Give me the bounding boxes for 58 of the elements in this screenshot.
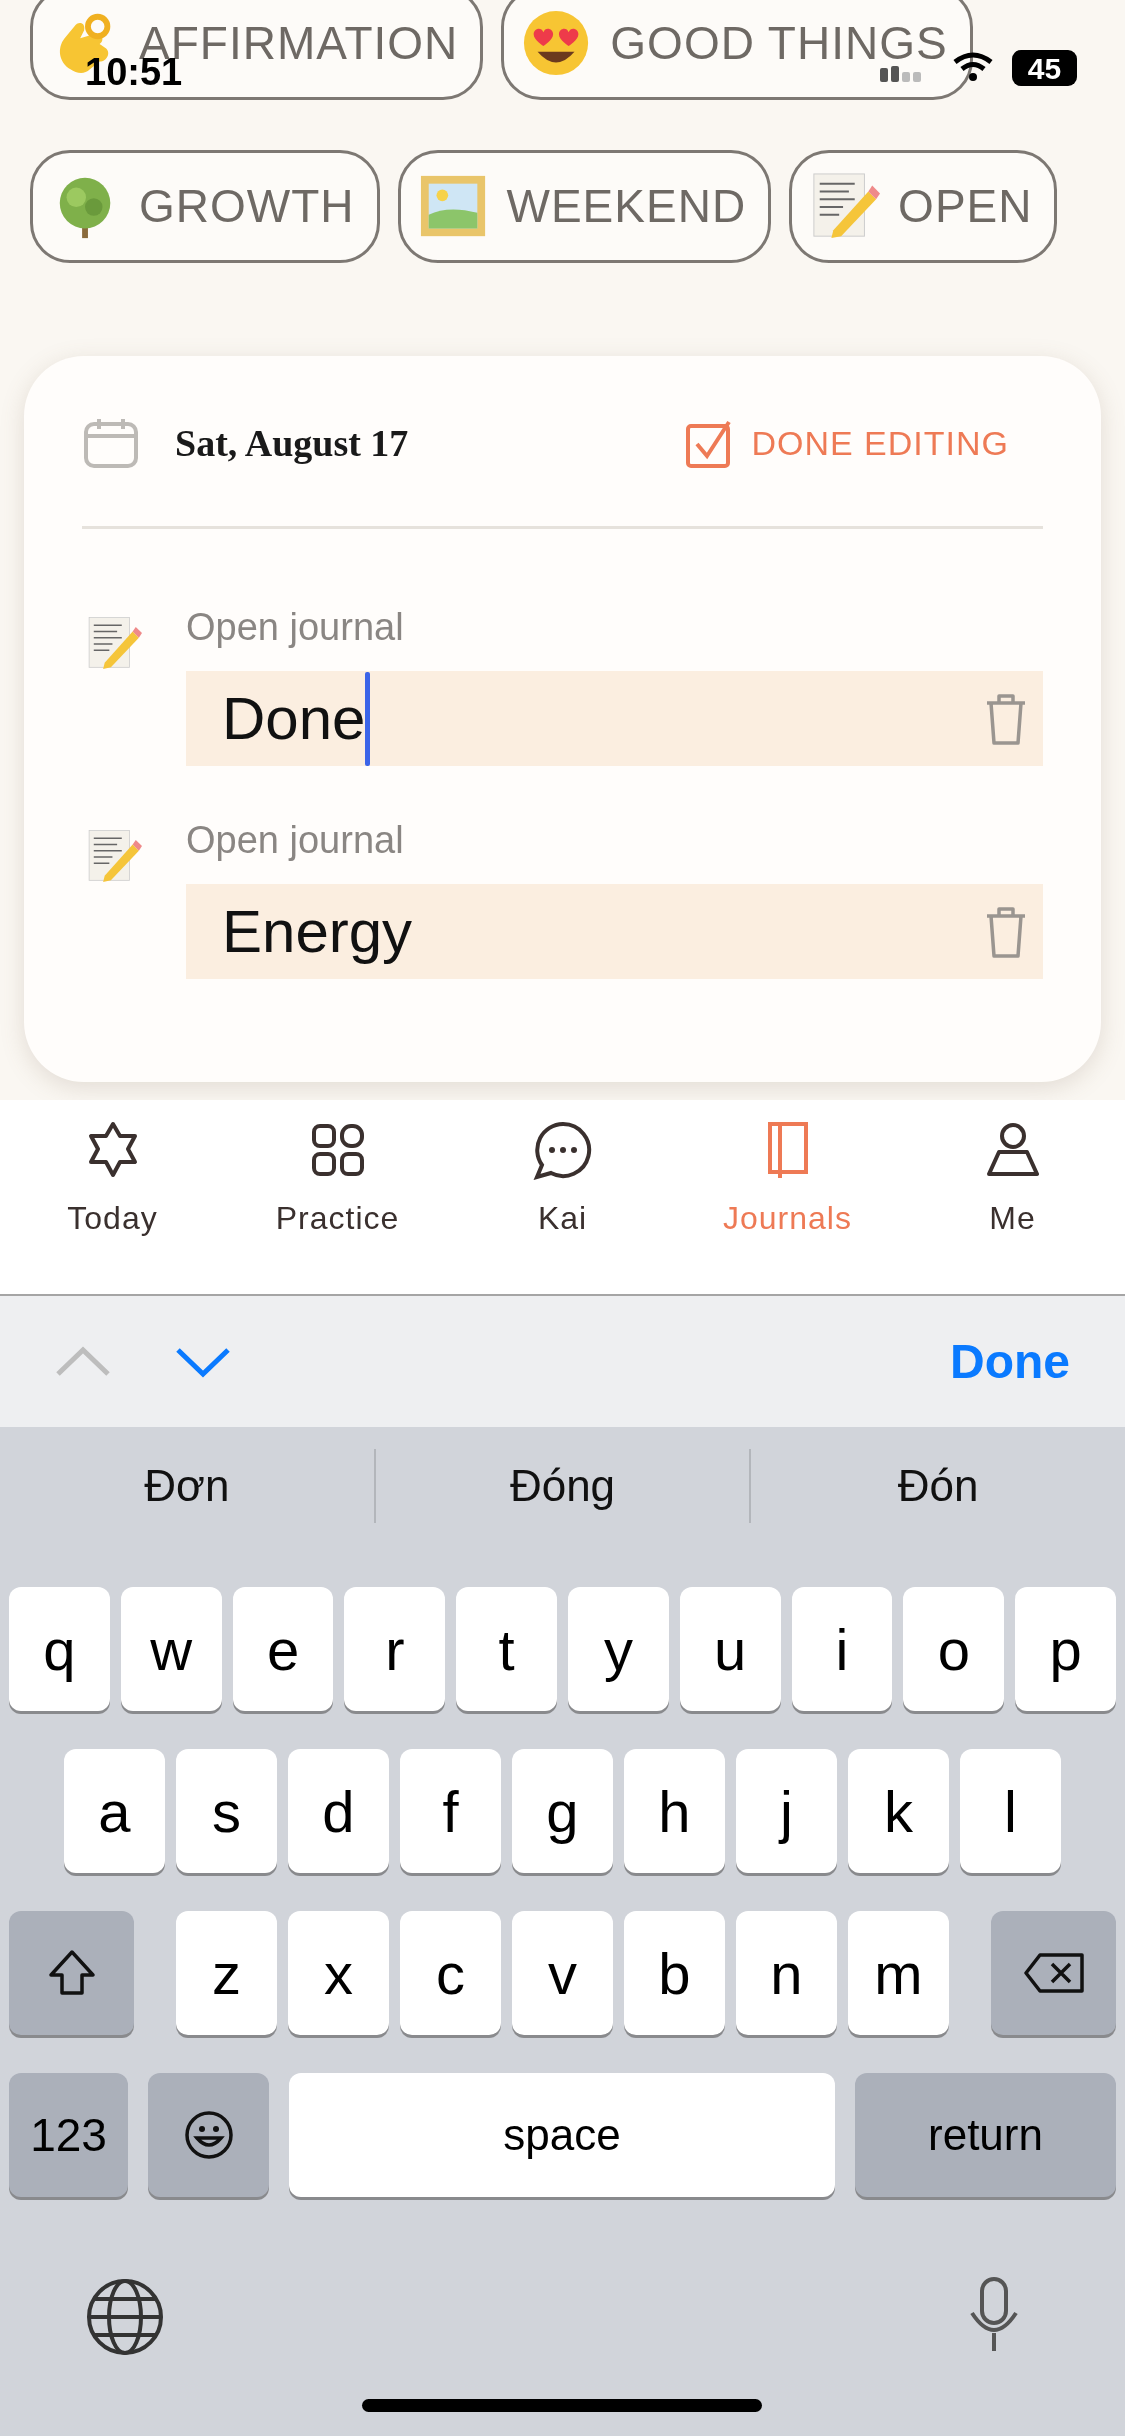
keyboard-key[interactable]: 123 [9, 2073, 128, 2197]
keyboard-key[interactable]: s [176, 1749, 277, 1873]
field-label: Open journal [186, 605, 404, 650]
suggestion[interactable]: Đón [751, 1452, 1125, 1519]
suggestion[interactable]: Đóng [375, 1452, 750, 1519]
backspace-icon [1023, 1951, 1084, 1995]
chevron-down-icon [175, 1345, 231, 1378]
journal-input[interactable]: Done [186, 671, 1043, 766]
category-chip[interactable]: WEEKEND [397, 150, 772, 263]
keyboard-key[interactable]: o [903, 1587, 1005, 1711]
keyboard-key[interactable]: t [456, 1587, 557, 1711]
keyboard-key[interactable]: return [855, 2073, 1116, 2197]
keyboard-key[interactable]: f [400, 1749, 501, 1873]
keyboard-key[interactable]: v [512, 1911, 613, 2035]
tab-bar-item[interactable]: Kai [450, 1100, 675, 1294]
keyboard-key[interactable]: j [736, 1749, 837, 1873]
keyboard-key[interactable]: e [232, 1587, 334, 1711]
keyboard-key[interactable]: m [848, 1911, 949, 2035]
keyboard-key[interactable]: u [679, 1587, 781, 1711]
smiley-icon [183, 2110, 234, 2160]
keyboard-key[interactable]: a [64, 1749, 165, 1873]
battery-indicator: 45 [1012, 50, 1077, 86]
keyboard-key[interactable]: space [289, 2073, 835, 2197]
shift-key[interactable] [9, 1911, 134, 2035]
keyboard-key[interactable]: n [736, 1911, 837, 2035]
globe-icon [85, 2277, 165, 2357]
chevron-up-icon [55, 1345, 111, 1378]
keyboard-key[interactable]: z [176, 1911, 277, 2035]
keyboard-key[interactable]: r [344, 1587, 446, 1711]
journal-input[interactable]: Energy [186, 884, 1043, 979]
calendar-icon [83, 416, 139, 470]
category-chip[interactable]: GOOD THINGS [501, 0, 973, 100]
field-label: Open journal [186, 818, 404, 863]
keyboard-key[interactable]: i [791, 1587, 893, 1711]
category-chip[interactable]: GROWTH [30, 150, 380, 263]
keyboard-key[interactable]: p [1015, 1587, 1116, 1711]
tab-bar-item[interactable]: Practice [225, 1100, 450, 1294]
chat-bubble-icon [532, 1120, 593, 1180]
keyboard-key[interactable]: w [120, 1587, 222, 1711]
keyboard-key[interactable]: c [400, 1911, 501, 2035]
keyboard-key[interactable]: x [288, 1911, 389, 2035]
backspace-key[interactable] [991, 1911, 1116, 2035]
shift-arrow-icon [47, 1949, 96, 1997]
emoji-key[interactable] [148, 2073, 269, 2197]
keyboard-key[interactable]: l [960, 1749, 1061, 1873]
keyboard-key[interactable]: q [9, 1587, 110, 1711]
keyboard-key[interactable]: d [288, 1749, 389, 1873]
keyboard-key[interactable]: y [568, 1587, 669, 1711]
suggestion[interactable]: Đơn [0, 1452, 374, 1519]
keyboard-key[interactable]: k [848, 1749, 949, 1873]
keyboard-key[interactable]: g [512, 1749, 613, 1873]
date-title: Sat, August 17 [175, 420, 409, 466]
keyboard-key[interactable]: b [624, 1911, 725, 2035]
tab-bar-item[interactable]: Me [900, 1100, 1125, 1294]
category-chip[interactable]: OPEN [789, 150, 1058, 263]
keyboard-key[interactable]: h [624, 1749, 725, 1873]
tab-bar-item[interactable]: Today [0, 1100, 225, 1294]
wifi-icon [953, 52, 993, 82]
